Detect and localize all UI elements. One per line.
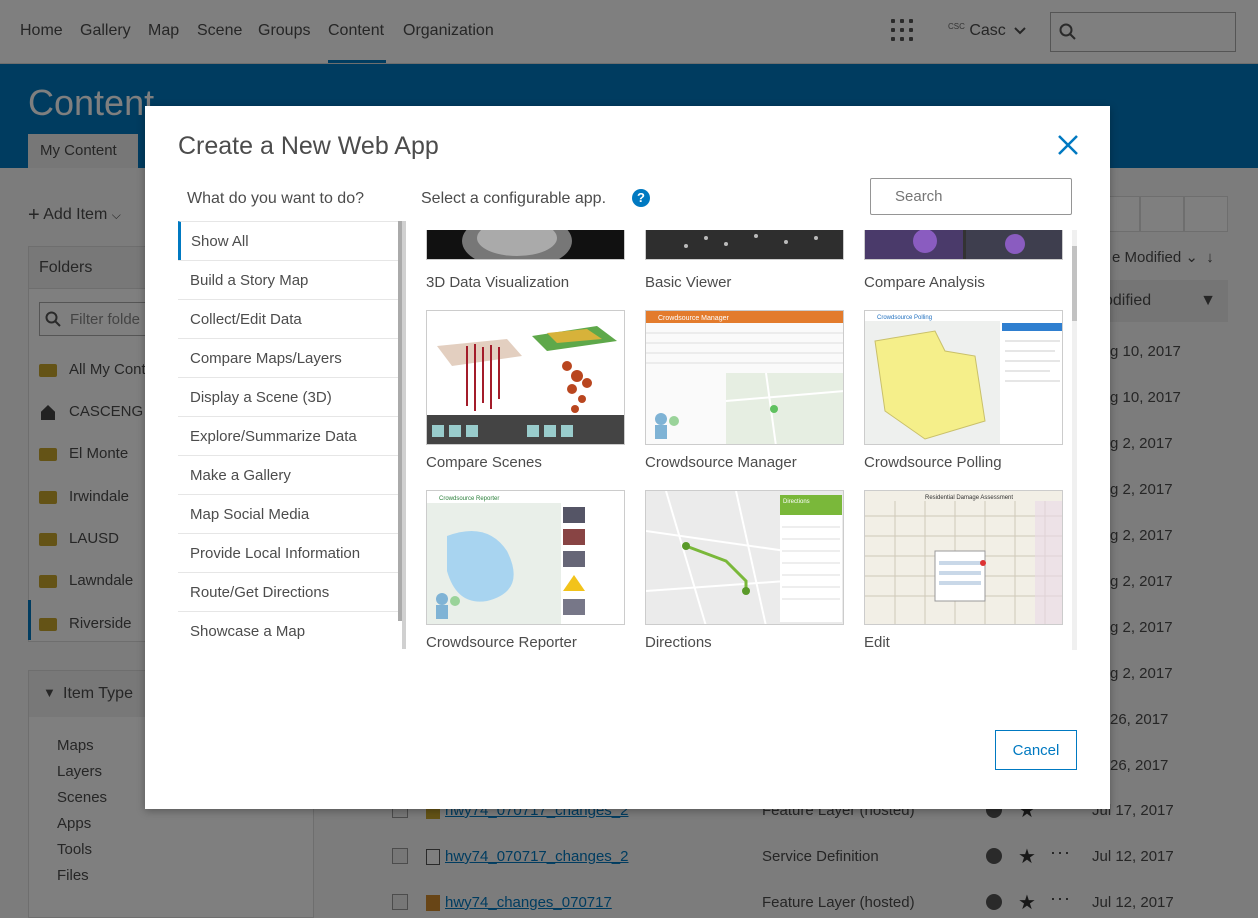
- category-route-directions[interactable]: Route/Get Directions: [178, 572, 402, 611]
- app-thumbnail[interactable]: [426, 310, 625, 445]
- app-label: Directions: [645, 634, 712, 650]
- category-prompt: What do you want to do?: [187, 190, 364, 207]
- app-label: Basic Viewer: [645, 274, 732, 291]
- app-label: Crowdsource Reporter: [426, 634, 577, 650]
- category-scrollbar[interactable]: [398, 221, 402, 621]
- category-build-story-map[interactable]: Build a Story Map: [178, 260, 402, 299]
- app-thumbnail[interactable]: [426, 230, 625, 260]
- thumbnail-caption: Directions: [783, 499, 810, 505]
- app-thumbnail[interactable]: Crowdsource Manager: [645, 310, 844, 445]
- app-thumbnail[interactable]: Residential Damage Assessment: [864, 490, 1063, 625]
- category-show-all[interactable]: Show All: [178, 221, 402, 260]
- thumbnail-caption: Crowdsource Polling: [877, 315, 932, 321]
- app-grid-scrollbar-thumb[interactable]: [1072, 246, 1077, 321]
- app-thumbnail[interactable]: Directions: [645, 490, 844, 625]
- app-thumbnail[interactable]: [645, 230, 844, 260]
- app-label: Crowdsource Manager: [645, 454, 797, 471]
- app-label: Crowdsource Polling: [864, 454, 1002, 471]
- thumbnail-caption: Residential Damage Assessment: [925, 495, 1013, 501]
- app-grid: 3D Data Visualization Basic Viewer Compa…: [421, 230, 1076, 650]
- app-label: Edit: [864, 634, 890, 650]
- category-display-scene[interactable]: Display a Scene (3D): [178, 377, 402, 416]
- app-thumbnail[interactable]: Crowdsource Reporter: [426, 490, 625, 625]
- cancel-button[interactable]: Cancel: [995, 730, 1077, 770]
- category-list: Show All Build a Story Map Collect/Edit …: [178, 221, 406, 649]
- category-provide-local-info[interactable]: Provide Local Information: [178, 533, 402, 572]
- app-label: Compare Scenes: [426, 454, 542, 471]
- dialog-title: Create a New Web App: [178, 132, 439, 160]
- thumbnail-caption: Crowdsource Reporter: [439, 496, 499, 502]
- app-label: 3D Data Visualization: [426, 274, 570, 291]
- category-collect-edit-data[interactable]: Collect/Edit Data: [178, 299, 402, 338]
- app-prompt: Select a configurable app.: [421, 190, 607, 207]
- category-showcase-map[interactable]: Showcase a Map: [178, 611, 402, 649]
- app-label: Compare Analysis: [864, 274, 985, 291]
- category-make-gallery[interactable]: Make a Gallery: [178, 455, 402, 494]
- help-icon[interactable]: ?: [632, 189, 650, 207]
- create-web-app-dialog: Create a New Web App What do you want to…: [145, 106, 1110, 809]
- app-thumbnail[interactable]: [864, 230, 1063, 260]
- thumbnail-caption: Crowdsource Manager: [658, 315, 729, 322]
- category-map-social-media[interactable]: Map Social Media: [178, 494, 402, 533]
- app-thumbnail[interactable]: Crowdsource Polling: [864, 310, 1063, 445]
- category-explore-summarize[interactable]: Explore/Summarize Data: [178, 416, 402, 455]
- close-icon[interactable]: [1055, 132, 1081, 158]
- app-search-input[interactable]: [870, 178, 1072, 215]
- category-compare-maps-layers[interactable]: Compare Maps/Layers: [178, 338, 402, 377]
